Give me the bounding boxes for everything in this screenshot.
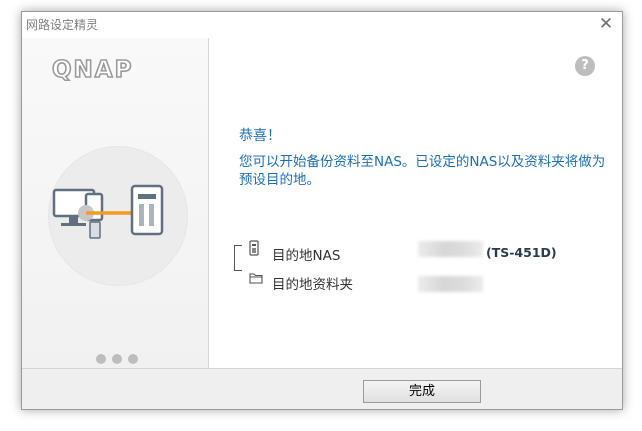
destination-folder-label: 目的地资料夹 [272, 277, 353, 293]
congrats-heading: 恭喜！ [239, 128, 281, 144]
step-indicator [96, 349, 144, 368]
folder-icon [249, 273, 263, 284]
help-icon[interactable]: ? [575, 56, 595, 76]
folder-name-redacted [418, 276, 483, 292]
close-icon[interactable]: ✕ [596, 14, 616, 34]
completion-message: 您可以开始备份资料至NAS。已设定的NAS以及资料夹将做为预设目的地。 [239, 154, 606, 188]
nas-model: (TS-451D) [486, 245, 557, 260]
destination-nas-label: 目的地NAS [272, 248, 341, 264]
destination-bracket [234, 245, 242, 271]
window-title: 网路设定精灵 [26, 18, 99, 32]
nas-icon [249, 240, 259, 256]
setup-wizard-window: 网路设定精灵 ✕ QNAP ? 恭喜！ 您可以开始备份资料至NAS。已设定的NA… [21, 11, 623, 410]
footer-bar: 完成 [22, 368, 622, 409]
nas-device-icon [130, 184, 164, 236]
qnap-logo: QNAP [51, 56, 133, 82]
side-panel: QNAP [22, 38, 209, 368]
title-bar: 网路设定精灵 ✕ [22, 12, 622, 38]
content-panel: ? 恭喜！ 您可以开始备份资料至NAS。已设定的NAS以及资料夹将做为预设目的地… [209, 38, 622, 368]
finish-button[interactable]: 完成 [363, 380, 481, 403]
backup-illustration [52, 184, 164, 239]
nas-name-redacted [418, 241, 483, 257]
svg-text:QNAP: QNAP [52, 57, 133, 82]
